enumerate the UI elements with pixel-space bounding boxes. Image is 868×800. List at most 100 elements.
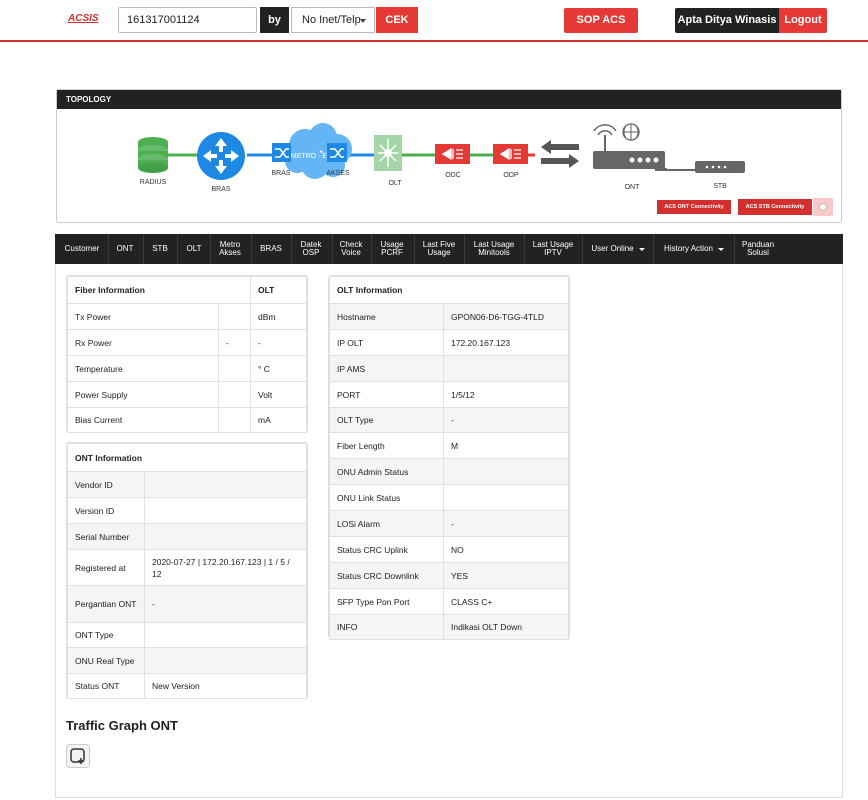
olt-row-value: - — [443, 510, 569, 537]
odc-label: ODC — [445, 172, 461, 179]
ont-row-label: Serial Number — [67, 523, 145, 550]
fiber-info-header: Fiber Information — [67, 276, 251, 304]
olt-info-box: OLT Information Hostname GPON06-D6-TGG-4T… — [328, 275, 570, 640]
olt-row-label: INFO — [329, 614, 444, 640]
exchange-arrows-icon — [541, 140, 579, 168]
fiber-row-label: Temperature — [67, 355, 219, 382]
fiber-row-unit: dBm — [250, 303, 307, 330]
tab-history-action[interactable]: History Action — [656, 234, 732, 264]
olt-row-value: NO — [443, 536, 569, 563]
ont-row-value: - — [144, 585, 307, 623]
user-name-button[interactable]: Apta Ditya Winasis — [675, 8, 779, 33]
tab-olt[interactable]: OLT — [180, 234, 208, 264]
tab-panduan-solusi[interactable]: Panduan Solusi — [736, 234, 780, 264]
ont-info-box: ONT Information Vendor ID Version ID Ser… — [66, 442, 308, 699]
olt-row-value: YES — [443, 562, 569, 589]
ont-row-value — [144, 523, 307, 550]
search-type-select[interactable]: No Inet/Telp — [291, 7, 375, 33]
acsis-logo[interactable]: ACSIS — [68, 13, 99, 24]
cek-button[interactable]: CEK — [376, 7, 418, 33]
tab-usage-pcrf[interactable]: Usage PCRF — [373, 234, 411, 264]
olt-row-value — [443, 458, 569, 485]
ont-info-header: ONT Information — [67, 443, 307, 472]
stb-label: STB — [713, 183, 727, 190]
add-graph-button[interactable] — [66, 744, 90, 768]
acs-ont-connectivity-button[interactable]: ACS ONT Connectivity — [657, 200, 731, 214]
olt-row-label: IP OLT — [329, 329, 444, 356]
fiber-row-value — [218, 407, 251, 433]
olt-icon — [374, 135, 402, 171]
search-input[interactable]: 161317001124 — [118, 7, 257, 33]
radius-icon — [138, 137, 168, 173]
tab-stb[interactable]: STB — [145, 234, 175, 264]
fiber-olt-header: OLT — [250, 276, 307, 304]
traffic-graph-title: Traffic Graph ONT — [66, 718, 178, 733]
by-label: by — [260, 7, 289, 33]
olt-row-label: ONU Link Status — [329, 484, 444, 511]
tab-last-usage-iptv[interactable]: Last Usage IPTV — [526, 234, 580, 264]
tab-history-action-label: History Action — [664, 244, 713, 253]
tab-bras[interactable]: BRAS — [254, 234, 288, 264]
ont-info-table: ONT Information Vendor ID Version ID Ser… — [67, 443, 307, 699]
olt-row-label: LOSi Alarm — [329, 510, 444, 537]
ont-row-label: Status ONT — [67, 673, 145, 699]
olt-row-value: M — [443, 432, 569, 459]
top-header: ACSIS 161317001124 by No Inet/Telp CEK S… — [0, 0, 868, 42]
ont-row-label: Pergantian ONT — [67, 585, 145, 623]
olt-row-value: Indikasi OLT Down — [443, 614, 569, 640]
olt-row-label: Fiber Length — [329, 432, 444, 459]
ont-label: ONT — [625, 184, 641, 191]
ont-row-label: ONU Real Type — [67, 647, 145, 674]
tab-metro-akses[interactable]: Metro Akses — [212, 234, 248, 264]
olt-row-label: Status CRC Uplink — [329, 536, 444, 563]
metro-bras-label: BRAS — [271, 170, 290, 177]
ont-row-value — [144, 497, 307, 524]
fiber-row-label: Power Supply — [67, 381, 219, 408]
tab-last-five-usage[interactable]: Last Five Usage — [416, 234, 462, 264]
tab-customer[interactable]: Customer — [58, 234, 106, 264]
olt-row-label: Status CRC Downlink — [329, 562, 444, 589]
olt-row-value: - — [443, 407, 569, 433]
bras-label: BRAS — [211, 186, 230, 193]
tab-last-usage-minitools[interactable]: Last Usage Minitools — [466, 234, 522, 264]
stb-icon — [695, 161, 745, 173]
olt-info-table: OLT Information Hostname GPON06-D6-TGG-4T… — [329, 276, 569, 640]
main-nav-tabs: Customer ONT STB OLT Metro Akses BRAS Da… — [55, 234, 843, 264]
acs-stb-toggle[interactable] — [813, 198, 833, 216]
sop-acs-button[interactable]: SOP ACS — [564, 8, 638, 33]
ont-row-value — [144, 622, 307, 648]
fiber-row-value — [218, 381, 251, 408]
ont-row-label: Vendor ID — [67, 471, 145, 498]
olt-row-label: OLT Type — [329, 407, 444, 433]
chevron-down-icon — [360, 19, 366, 23]
fiber-row-unit: ° C — [250, 355, 307, 382]
tab-user-online[interactable]: User Online — [585, 234, 651, 264]
ont-row-label: ONT Type — [67, 622, 145, 648]
olt-row-label: PORT — [329, 381, 444, 408]
fiber-info-table: Fiber Information OLT Tx Power dBm Rx Pow… — [67, 276, 307, 433]
logout-button[interactable]: Logout — [779, 8, 827, 33]
metro-label: METRO - E — [291, 153, 327, 160]
tab-datek-osp[interactable]: Datek OSP — [293, 234, 329, 264]
olt-info-header: OLT Information — [329, 276, 569, 304]
fiber-row-unit: - — [250, 329, 307, 356]
tab-ont[interactable]: ONT — [111, 234, 139, 264]
topology-panel: TOPOLOGY RADIUS BRAS METRO - E BRAS AKSE… — [56, 89, 842, 223]
fiber-row-value: - — [218, 329, 251, 356]
odp-label: ODP — [503, 172, 519, 179]
olt-row-label: SFP Type Pon Port — [329, 588, 444, 615]
fiber-row-label: Bias Current — [67, 407, 219, 433]
fiber-row-unit: Volt — [250, 381, 307, 408]
radius-label: RADIUS — [140, 179, 167, 186]
ont-router-icon — [593, 123, 665, 169]
tab-user-online-label: User Online — [591, 244, 634, 253]
chevron-down-icon — [717, 247, 724, 251]
fiber-row-value — [218, 355, 251, 382]
ont-row-value — [144, 647, 307, 674]
olt-row-value: GPON06-D6-TGG-4TLD — [443, 303, 569, 330]
bras-router-icon — [197, 132, 245, 180]
tab-check-voice[interactable]: Check Voice — [334, 234, 368, 264]
ont-row-label: Version ID — [67, 497, 145, 524]
acs-stb-connectivity-button[interactable]: ACS STB Connectivity — [738, 199, 812, 215]
olt-row-label: IP AMS — [329, 355, 444, 382]
